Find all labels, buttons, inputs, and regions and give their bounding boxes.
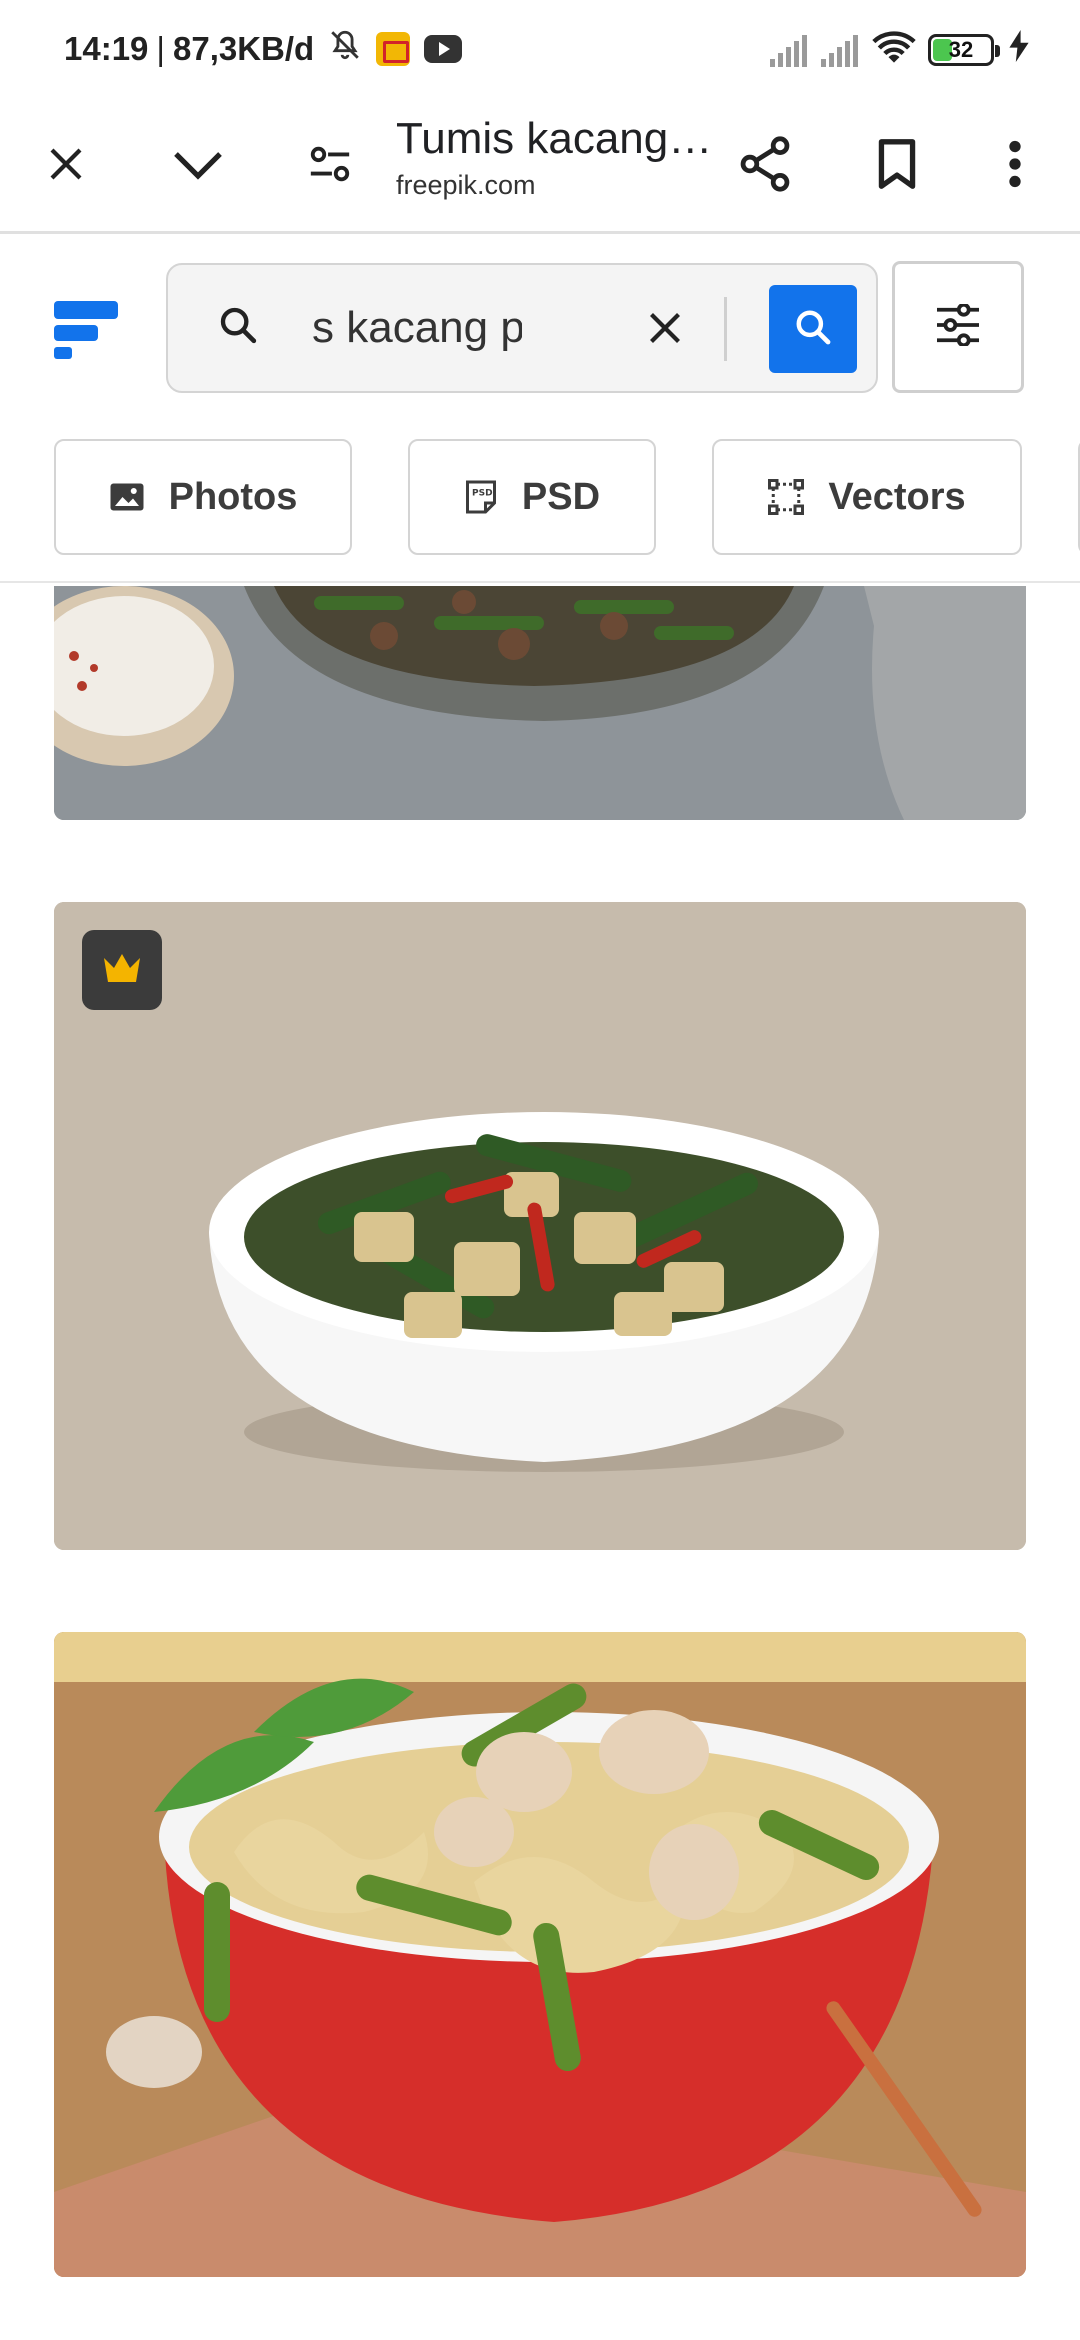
result-image-premium[interactable]	[54, 902, 1026, 1550]
crown-icon	[102, 952, 142, 989]
chip-label: Photos	[168, 475, 298, 518]
chip-label: Vectors	[828, 475, 966, 518]
close-icon	[647, 310, 683, 351]
search-submit-button[interactable]	[769, 285, 857, 373]
youtube-icon	[424, 35, 463, 63]
status-right: 32	[770, 30, 1030, 70]
mute-bell-icon	[328, 28, 362, 70]
close-tab-button[interactable]	[26, 126, 106, 206]
search-box	[166, 263, 878, 393]
more-options-button[interactable]	[975, 126, 1055, 206]
more-vert-icon	[1008, 140, 1022, 193]
chip-psd[interactable]: PSD PSD	[408, 439, 656, 555]
status-bar: 14:19 | 87,3KB/d 32	[0, 0, 1080, 100]
chip-label: PSD	[521, 475, 601, 518]
food-photo-pasta-chicken-beans	[54, 1632, 1026, 2277]
battery-level: 32	[948, 37, 974, 62]
site-settings-button[interactable]	[290, 126, 370, 206]
freepik-logo[interactable]	[54, 297, 118, 361]
close-icon	[45, 143, 87, 190]
chip-vectors[interactable]: Vectors	[712, 439, 1022, 555]
search-icon	[794, 308, 832, 351]
svg-text:PSD: PSD	[472, 489, 493, 499]
chip-photos[interactable]: Photos	[54, 439, 352, 555]
minimize-button[interactable]	[158, 126, 238, 206]
signal-icon	[770, 33, 807, 67]
psd-file-icon: PSD	[464, 479, 498, 515]
freepik-header: Photos PSD PSD Vectors	[0, 237, 1080, 583]
asset-type-chips: Photos PSD PSD Vectors	[54, 439, 1080, 555]
image-icon	[109, 481, 145, 513]
vector-icon	[768, 479, 805, 515]
bookmark-button[interactable]	[857, 126, 937, 206]
site-settings-icon	[307, 144, 353, 189]
page-info[interactable]: Tumis kacang… freepik.com	[396, 114, 716, 201]
page-title: Tumis kacang…	[396, 114, 713, 163]
search-divider	[724, 297, 727, 361]
result-image[interactable]	[54, 586, 1026, 820]
status-separator: |	[156, 30, 165, 67]
browser-toolbar: Tumis kacang… freepik.com	[0, 100, 1080, 234]
filters-button[interactable]	[892, 261, 1024, 393]
page-url: freepik.com	[396, 170, 536, 200]
bookmark-icon	[877, 137, 917, 196]
search-input[interactable]	[312, 293, 522, 363]
wifi-icon	[872, 30, 916, 70]
mail-app-icon	[376, 32, 411, 66]
status-time: 14:19	[64, 30, 149, 67]
signal-icon-2	[821, 33, 858, 67]
filter-sliders-icon	[935, 302, 981, 351]
network-speed: 87,3KB/d	[172, 30, 315, 67]
status-left: 14:19 | 87,3KB/d	[64, 28, 463, 70]
premium-badge	[82, 930, 162, 1010]
food-photo-tempeh-green-beans	[54, 902, 1026, 1550]
clear-search-button[interactable]	[638, 303, 692, 357]
food-photo-stir-fry-beef	[54, 586, 1026, 820]
charging-bolt-icon	[1008, 30, 1030, 70]
result-image[interactable]	[54, 1632, 1026, 2277]
search-icon	[218, 305, 268, 355]
share-icon	[739, 135, 791, 197]
battery-icon: 32	[928, 34, 1000, 66]
chevron-down-icon	[172, 147, 224, 186]
share-button[interactable]	[725, 126, 805, 206]
